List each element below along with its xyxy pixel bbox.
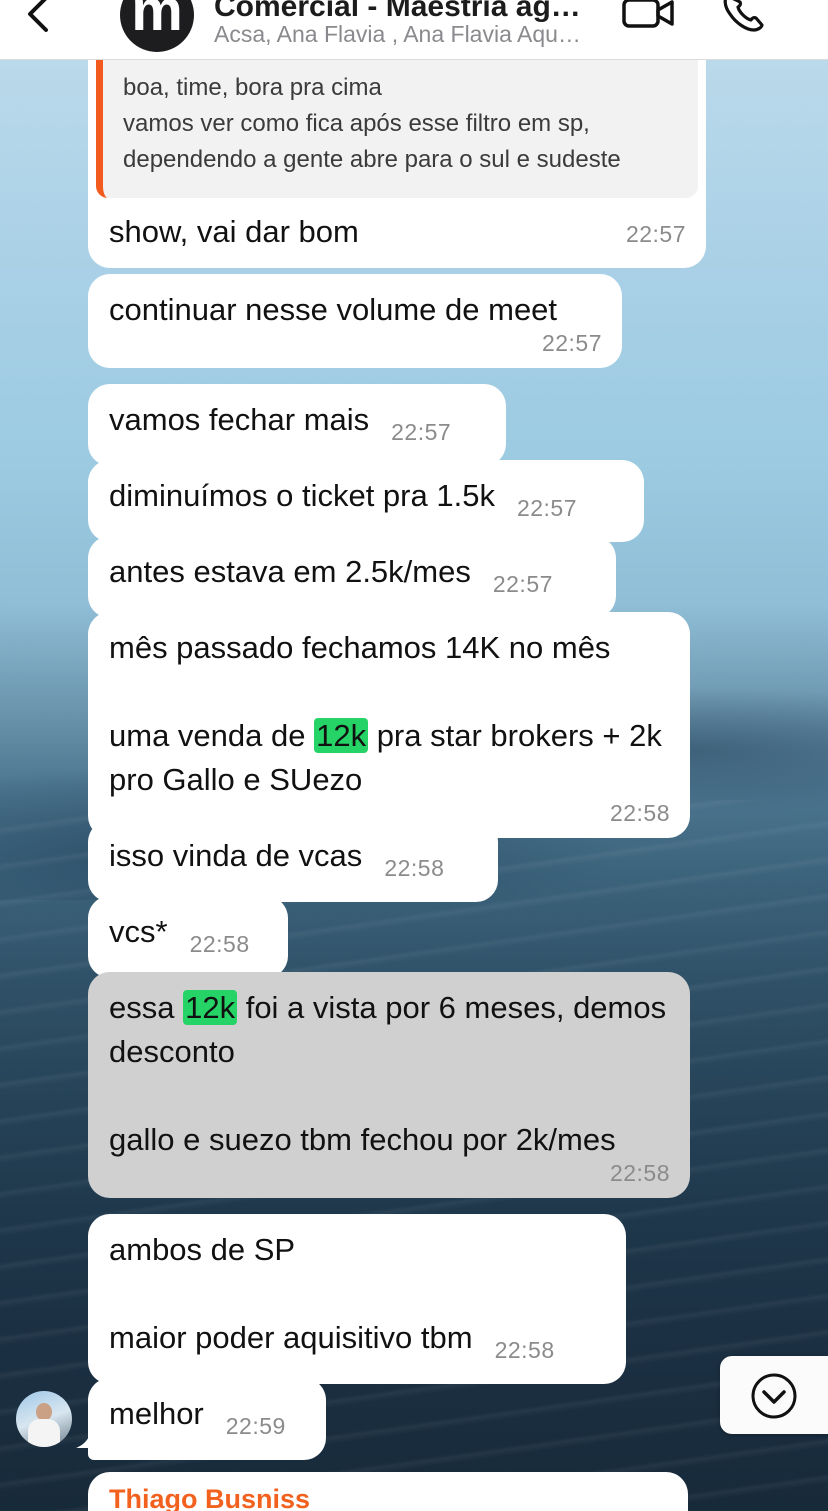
message-time: 22:57 (541, 330, 602, 356)
video-call-icon[interactable] (620, 0, 676, 36)
message-bubble-selected[interactable]: essa 12k foi a vista por 6 meses, demos … (88, 972, 690, 1198)
chat-header: m Comercial - Maestria ag… Acsa, Ana Fla… (0, 0, 828, 60)
message-text: show, vai dar bom (109, 214, 359, 249)
message-bubble[interactable]: diminuímos o ticket pra 1.5k 22:57 (88, 460, 644, 542)
message-text: melhor (109, 1396, 204, 1431)
phone-call-icon[interactable] (720, 0, 766, 36)
search-highlight: 12k (183, 990, 238, 1025)
message-time: 22:57 (492, 571, 553, 597)
back-chevron-icon[interactable] (22, 0, 58, 40)
sender-name: Thiago Busniss (109, 1484, 311, 1511)
message-bubble[interactable]: antes estava em 2.5k/mes 22:57 (88, 536, 616, 618)
message-time: 22:58 (494, 1337, 555, 1363)
message-bubble[interactable]: mês passado fechamos 14K no mês uma vend… (88, 612, 690, 838)
message-bubble[interactable]: Thiago Busniss (88, 1472, 688, 1511)
message-bubble[interactable]: ambos de SP maior poder aquisitivo tbm 22… (88, 1214, 626, 1384)
message-text: antes estava em 2.5k/mes (109, 554, 471, 589)
message-bubble[interactable]: isso vinda de vcas 22:58 (88, 820, 498, 902)
message-text: vcs* (109, 914, 168, 949)
message-text: ambos de SP maior poder aquisitivo tbm (109, 1232, 473, 1355)
message-text: isso vinda de vcas (109, 838, 363, 873)
message-text: mês passado fechamos 14K no mês uma vend… (109, 630, 671, 797)
message-text: diminuímos o ticket pra 1.5k (109, 478, 495, 513)
chevron-down-circle-icon (751, 1373, 797, 1419)
message-bubble[interactable]: vamos fechar mais 22:57 (88, 384, 506, 466)
group-avatar[interactable]: m (120, 0, 194, 52)
scroll-to-bottom-button[interactable] (720, 1356, 828, 1434)
search-highlight: 12k (314, 718, 369, 753)
message-time: 22:57 (516, 495, 578, 521)
message-text: essa 12k foi a vista por 6 meses, demos … (109, 990, 667, 1157)
message-bubble[interactable]: continuar nesse volume de meet 22:57 (88, 274, 622, 368)
message-time: 22:58 (384, 855, 445, 881)
message-time: 22:59 (225, 1413, 286, 1439)
message-time: 22:57 (391, 419, 452, 445)
message-time: 22:58 (609, 1160, 670, 1186)
message-text: vamos fechar mais (109, 402, 370, 437)
chat-messages[interactable]: show, vai dar bom 22:57 boa, time, bora … (0, 0, 828, 1511)
group-members[interactable]: Acsa, Ana Flavia , Ana Flavia Aqu… (214, 21, 609, 48)
quoted-text: boa, time, bora pra cima vamos ver como … (123, 74, 621, 173)
message-text: continuar nesse volume de meet (109, 292, 558, 327)
message-bubble[interactable]: vcs* 22:58 (88, 896, 288, 978)
sender-avatar[interactable] (16, 1391, 72, 1447)
quoted-message[interactable]: boa, time, bora pra cima vamos ver como … (96, 40, 698, 198)
message-time: 22:58 (189, 931, 250, 957)
message-time: 22:57 (625, 221, 686, 247)
message-bubble[interactable]: melhor 22:59 (88, 1378, 326, 1460)
